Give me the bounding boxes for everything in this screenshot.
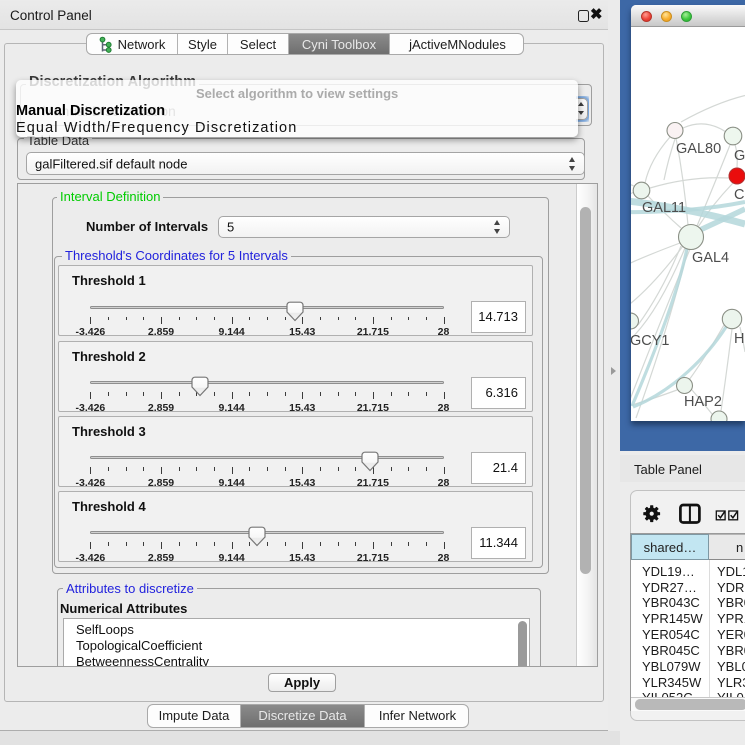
svg-text:C: C	[734, 187, 744, 203]
svg-text:GA: GA	[734, 148, 745, 164]
svg-text:GAL4: GAL4	[692, 250, 729, 266]
svg-text:GAL80: GAL80	[676, 141, 721, 157]
svg-text:GCY1: GCY1	[631, 333, 670, 349]
svg-text:GAL11: GAL11	[642, 200, 686, 216]
svg-text:H: H	[734, 331, 744, 347]
svg-text:HAP2: HAP2	[684, 394, 722, 410]
